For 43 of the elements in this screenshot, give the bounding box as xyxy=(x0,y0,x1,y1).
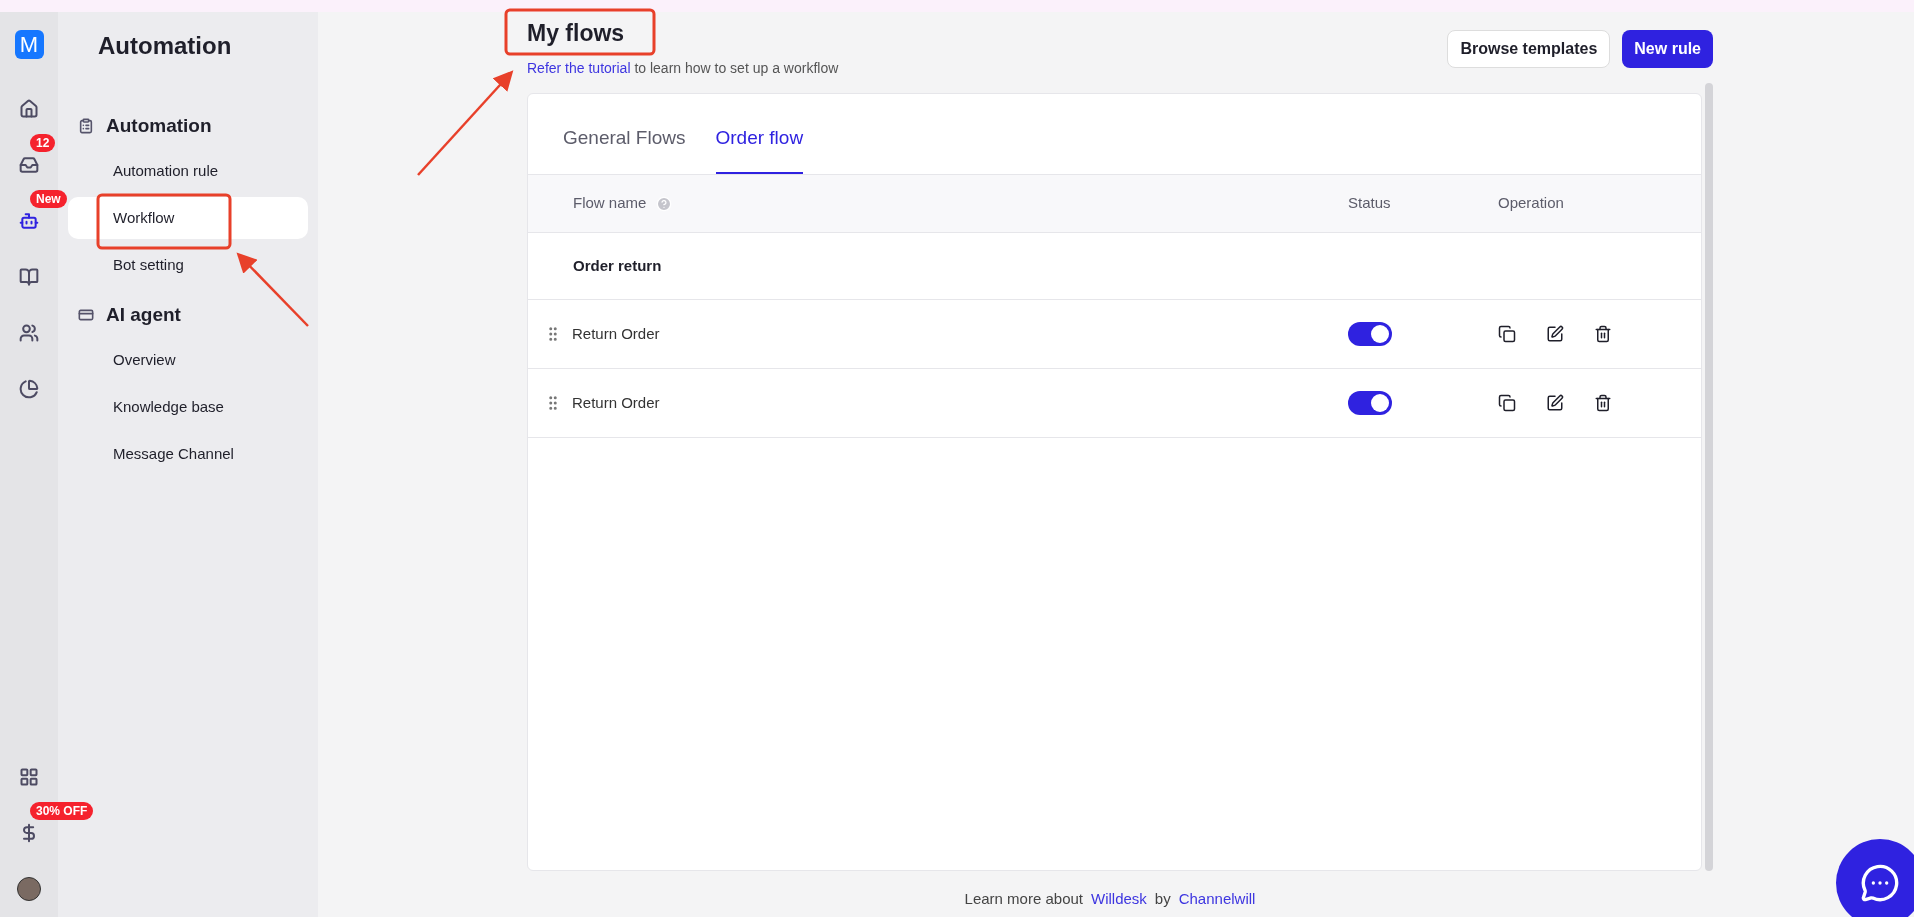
page-title: My flows xyxy=(527,19,625,48)
tab[interactable]: General Flows xyxy=(563,123,686,174)
badge: 12 xyxy=(30,134,56,152)
copy-icon[interactable] xyxy=(1498,325,1516,343)
browse-templates-button[interactable]: Browse templates xyxy=(1447,30,1611,68)
scrollbar[interactable] xyxy=(1705,83,1713,871)
app-logo[interactable]: M xyxy=(14,30,44,59)
sidebar-item[interactable]: Automation rule xyxy=(68,150,308,192)
flow-name: Return Order xyxy=(572,323,660,344)
copy-icon[interactable] xyxy=(1498,394,1516,412)
sidebar-item[interactable]: Message Channel xyxy=(68,433,308,475)
new-rule-button[interactable]: New rule xyxy=(1622,30,1713,68)
sidebar-item[interactable]: Workflow xyxy=(68,197,308,239)
automation-section-icon xyxy=(78,118,94,134)
delete-icon[interactable] xyxy=(1594,394,1612,412)
channelwill-link[interactable]: Channelwill xyxy=(1178,887,1256,911)
edit-icon[interactable] xyxy=(1546,394,1564,412)
column-header: Flow name xyxy=(573,193,647,214)
sidebar-item[interactable]: Bot setting xyxy=(68,244,308,286)
delete-icon[interactable] xyxy=(1594,325,1612,343)
sidebar-item[interactable]: Knowledge base xyxy=(68,386,308,428)
chat-bubble-icon xyxy=(1860,863,1900,903)
page-subtitle: Refer the tutorial to learn how to set up a workflow xyxy=(527,59,839,78)
chart-nav-icon[interactable] xyxy=(17,377,41,401)
section-title: AI agent xyxy=(106,302,181,327)
sidebar-title: Automation xyxy=(97,31,233,61)
group-name: Order return xyxy=(573,255,662,276)
footer-text: by xyxy=(1154,888,1171,909)
avatar[interactable] xyxy=(17,877,41,901)
agent-section-icon xyxy=(78,307,94,323)
column-header: Operation xyxy=(1498,194,1564,212)
column-header: Status xyxy=(1348,194,1391,212)
sidebar-item[interactable]: Overview xyxy=(68,339,308,381)
badge: 30% OFF xyxy=(30,802,94,820)
status-toggle[interactable] xyxy=(1348,322,1392,346)
edit-icon[interactable] xyxy=(1546,325,1564,343)
footer-text: Learn more about xyxy=(964,888,1083,909)
section-title: Automation xyxy=(106,113,212,138)
status-toggle[interactable] xyxy=(1348,391,1392,415)
willdesk-link[interactable]: Willdesk xyxy=(1091,887,1147,911)
tutorial-link[interactable]: Refer the tutorial xyxy=(527,60,631,76)
badge: New xyxy=(30,190,67,208)
flow-name: Return Order xyxy=(572,392,660,413)
